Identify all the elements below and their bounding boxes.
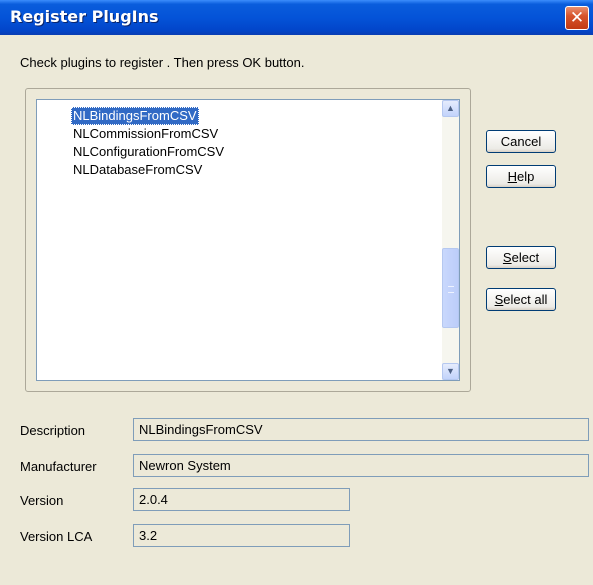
- version-lca-field: 3.2: [133, 524, 350, 547]
- plugin-list[interactable]: NLBindingsFromCSV NLCommissionFromCSV NL…: [36, 99, 460, 381]
- manufacturer-label: Manufacturer: [20, 459, 97, 474]
- register-plugins-dialog: Register PlugIns ✕ Check plugins to regi…: [0, 0, 593, 585]
- scroll-down-icon[interactable]: ▼: [442, 363, 459, 380]
- version-label: Version: [20, 493, 64, 508]
- dialog-title: Register PlugIns: [10, 7, 159, 26]
- title-bar[interactable]: Register PlugIns ✕: [0, 0, 593, 35]
- list-item-nlconfigurationfromcsv[interactable]: NLConfigurationFromCSV: [71, 143, 226, 161]
- select-label-rest: elect: [511, 250, 540, 265]
- select-all-accel-key: S: [494, 292, 504, 307]
- cancel-button[interactable]: Cancel: [486, 130, 556, 153]
- select-all-label-rest: elect all: [503, 292, 548, 307]
- select-accel-key: S: [502, 250, 512, 265]
- vertical-scrollbar[interactable]: ▲ ▼: [442, 100, 459, 380]
- version-field: 2.0.4: [133, 488, 350, 511]
- grip-icon: [448, 286, 454, 293]
- select-all-button[interactable]: Select all: [486, 288, 556, 311]
- scroll-thumb[interactable]: [442, 248, 459, 328]
- version-lca-label: Version LCA: [20, 529, 93, 544]
- help-label-rest: elp: [517, 169, 535, 184]
- list-item-nlcommissionfromcsv[interactable]: NLCommissionFromCSV: [71, 125, 220, 143]
- help-accel-key: H: [507, 169, 518, 184]
- description-label: Description: [20, 423, 86, 438]
- help-button[interactable]: Help: [486, 165, 556, 188]
- scroll-up-icon[interactable]: ▲: [442, 100, 459, 117]
- description-field: NLBindingsFromCSV: [133, 418, 589, 441]
- manufacturer-field: Newron System: [133, 454, 589, 477]
- select-button[interactable]: Select: [486, 246, 556, 269]
- close-icon[interactable]: ✕: [565, 6, 589, 30]
- instructions-text: Check plugins to register . Then press O…: [20, 55, 305, 70]
- list-item-nldatabasefromcsv[interactable]: NLDatabaseFromCSV: [71, 161, 204, 179]
- list-item-nlbindingsfromcsv[interactable]: NLBindingsFromCSV: [71, 107, 199, 125]
